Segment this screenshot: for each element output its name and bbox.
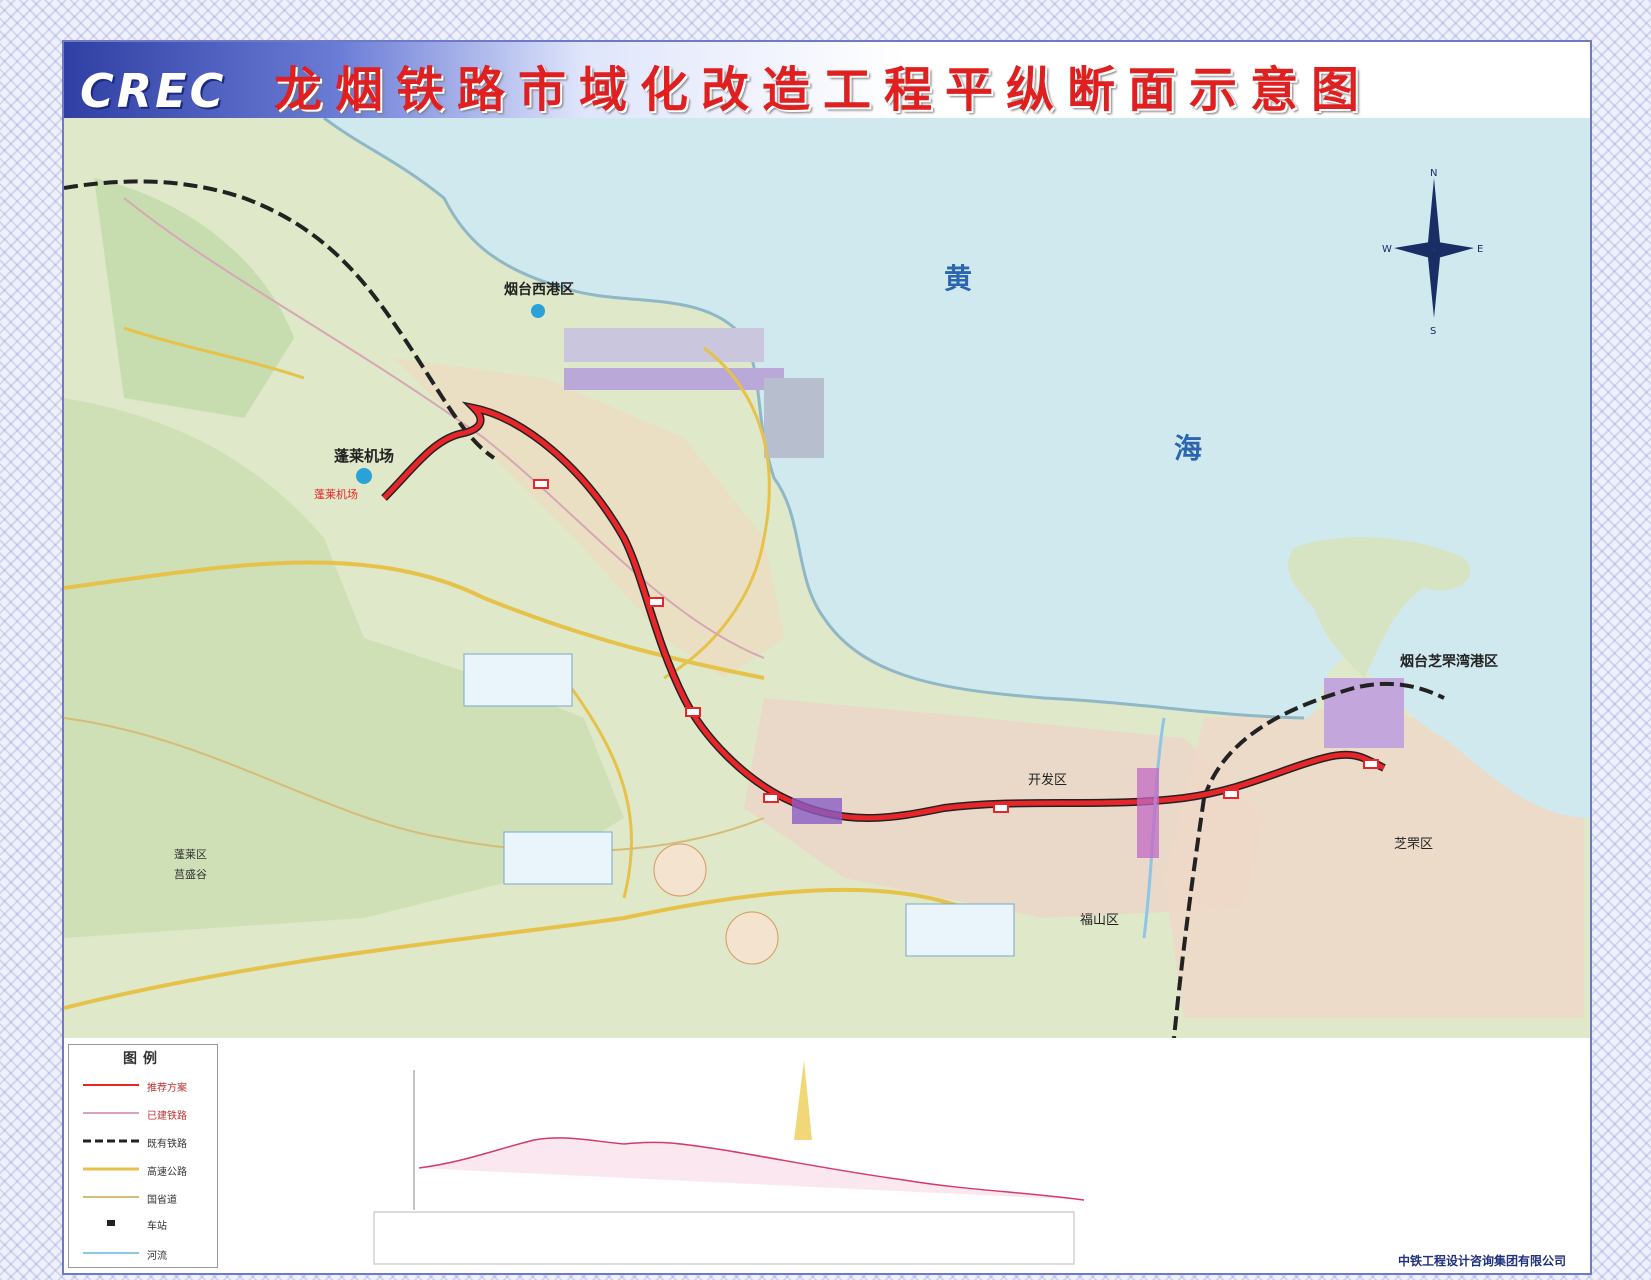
map-sheet: CREC 龙烟铁路市域化改造工程平纵断面示意图 N S E W 黄 海 蓬莱机场… [62,40,1592,1275]
label-zhifu: 芝罘区 [1394,836,1433,852]
airport-zone [792,798,842,824]
station-1[interactable] [533,479,549,489]
zhifu-port-area [1324,678,1404,748]
compass-e: E [1477,244,1483,255]
tunnel-badge-2 [725,911,779,965]
sea-label-huang: 黄 [944,262,972,295]
profile-panel: 图例 推荐方案 已建铁路 既有铁路 高速公路 国省道 车站 河流 中铁工程设计咨… [64,1040,1590,1273]
crec-logo: CREC [80,64,227,118]
station-7[interactable] [1363,759,1379,769]
map-title: 龙烟铁路市域化改造工程平纵断面示意图 [274,62,1373,118]
station-2[interactable] [648,597,664,607]
profile-peak [794,1060,812,1140]
profile-data-table [373,1211,1075,1265]
compass-w: W [1382,244,1392,255]
port-icon-west [531,304,545,318]
sea-label-hai: 海 [1174,432,1202,465]
label-kaifa: 开发区 [1028,772,1067,788]
profile-ground-line [418,1137,1085,1201]
plan-map[interactable]: N S E W 黄 海 蓬莱机场 蓬莱机场 烟台西港区 烟台芝罘湾港区 开发区 … [64,118,1590,1038]
zone-magenta [1137,768,1159,858]
west-port-pier-1 [564,328,764,362]
airport-icon [356,468,372,484]
compass-n: N [1430,168,1437,179]
station-5[interactable] [993,803,1009,813]
station-3[interactable] [685,707,701,717]
title-bar: CREC 龙烟铁路市域化改造工程平纵断面示意图 [64,42,1590,118]
label-west-port: 烟台西港区 [504,281,574,298]
station-6[interactable] [1223,789,1239,799]
bridge-inset-3 [905,903,1015,957]
label-fushan: 福山区 [1080,913,1119,928]
label-airport: 蓬莱机场 [334,447,394,465]
bridge-inset-2 [503,831,613,885]
label-penglai: 蓬莱区 [174,848,207,861]
label-airport-station: 蓬莱机场 [314,487,358,501]
bridge-inset-1 [463,653,573,707]
tunnel-badge-1 [653,843,707,897]
compass-s: S [1430,326,1436,337]
west-port-pier-3 [764,378,824,458]
company-name: 中铁工程设计咨询集团有限公司 [1397,1254,1566,1268]
label-mugan: 莒盛谷 [174,867,207,881]
station-4[interactable] [763,793,779,803]
label-zhifu-port: 烟台芝罘湾港区 [1400,653,1498,670]
longitudinal-profile [373,1060,1085,1265]
west-port-pier-2 [564,368,784,390]
